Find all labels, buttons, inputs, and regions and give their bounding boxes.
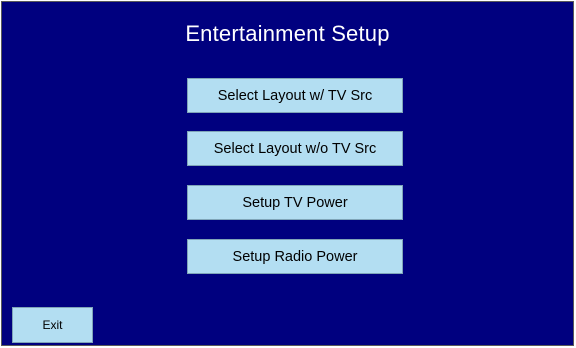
page-title: Entertainment Setup	[185, 21, 390, 46]
button-label: Select Layout w/o TV Src	[213, 140, 377, 157]
select-layout-with-tv-src-button[interactable]: Select Layout w/ TV Src	[187, 78, 403, 113]
entertainment-setup-screen: Entertainment Setup Select Layout w/ TV …	[1, 1, 574, 346]
setup-radio-power-button[interactable]: Setup Radio Power	[187, 239, 403, 274]
button-label: Setup Radio Power	[232, 248, 358, 265]
button-label: Select Layout w/ TV Src	[217, 87, 373, 104]
button-label: Exit	[42, 318, 63, 332]
button-label: Setup TV Power	[242, 194, 348, 211]
setup-tv-power-button[interactable]: Setup TV Power	[187, 185, 403, 220]
select-layout-without-tv-src-button[interactable]: Select Layout w/o TV Src	[187, 131, 403, 166]
exit-button[interactable]: Exit	[12, 307, 93, 343]
